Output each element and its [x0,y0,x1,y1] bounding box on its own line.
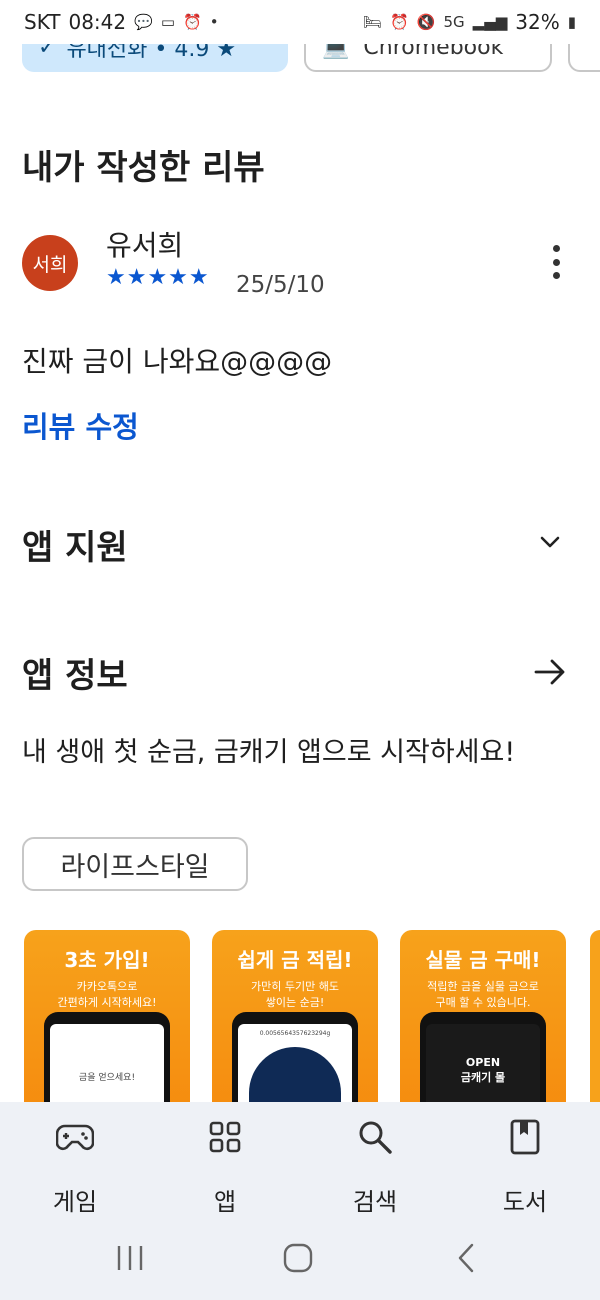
reviewer-name: 유서희 [106,229,184,262]
sleep-icon: 🛏 [363,13,383,31]
nav-label-apps: 앱 [213,1188,237,1216]
status-time: 08:42 [68,10,127,34]
phone-screen-text: 금을 얻으세요! [78,1073,136,1083]
system-nav-bar [0,1242,600,1282]
recent-apps-icon[interactable] [114,1242,146,1274]
nav-label-games: 게임 [52,1188,98,1216]
my-review-title: 내가 작성한 리뷰 [22,148,265,188]
nav-label-books: 도서 [502,1188,548,1216]
status-bar: SKT 08:42 💬 ▭ ⏰ • 🛏 ⏰ 🔇 5G ▂▄▆ 32% ▮ [0,0,600,44]
nav-item-search[interactable]: 검색 [325,1116,425,1217]
home-icon[interactable] [282,1242,314,1274]
screenshot-subtitle: 적립한 금을 실물 금으로 구매 할 수 있습니다. [400,979,566,1011]
more-options-icon[interactable] [546,245,566,279]
screenshot-title: 실물 금 구매! [425,948,541,972]
alarm-icon: ⏰ [390,13,409,31]
alarm-icon: ⏰ [183,13,202,31]
screenshot-subtitle-line: 쌓이는 순금! [265,996,325,1009]
screenshot-subtitle: 가만히 두기만 해도 쌓이는 순금! [212,979,378,1011]
screenshot-title: 쉽게 금 적립! [237,948,353,972]
category-chip[interactable]: 라이프스타일 [22,837,248,891]
chevron-down-icon[interactable] [538,530,562,554]
carrier-label: SKT [24,10,61,34]
nav-item-games[interactable]: 게임 [25,1116,125,1217]
screenshot-card[interactable]: 실물 금 구매! 적립한 금을 실물 금으로 구매 할 수 있습니다. OPEN… [400,930,566,1105]
phone-screen: OPEN 금캐기 몰 [426,1024,540,1105]
avatar: 서희 [22,235,78,291]
phone-screen-text-2: 금캐기 몰 [460,1071,506,1084]
voicemail-icon: ▭ [160,13,175,31]
app-description: 내 생애 첫 순금, 금캐기 앱으로 시작하세요! [22,737,516,768]
back-icon[interactable] [452,1242,484,1274]
gold-nugget-image [249,1047,341,1105]
screenshot-card-partial[interactable] [590,930,600,1105]
app-info-title[interactable]: 앱 정보 [22,648,128,697]
app-support-title[interactable]: 앱 지원 [22,520,128,569]
status-left: SKT 08:42 💬 ▭ ⏰ • [24,10,219,34]
gamepad-icon [25,1116,125,1158]
review-text: 진짜 금이 나와요@@@@ [22,345,333,378]
screenshot-subtitle-line: 간편하게 시작하세요! [57,996,157,1009]
battery-label: 32% [515,10,560,34]
nav-label-search: 검색 [352,1188,398,1216]
screenshot-subtitle: 카카오톡으로 간편하게 시작하세요! [24,979,190,1011]
screenshot-subtitle-line: 가만히 두기만 해도 [251,980,339,993]
arrow-right-icon[interactable] [533,655,567,689]
screenshot-carousel[interactable]: 3초 가입! 카카오톡으로 간편하게 시작하세요! 금을 얻으세요! 쉽게 금 … [0,930,600,1105]
status-right: 🛏 ⏰ 🔇 5G ▂▄▆ 32% ▮ [363,10,576,34]
screenshot-card[interactable]: 3초 가입! 카카오톡으로 간편하게 시작하세요! 금을 얻으세요! [24,930,190,1105]
book-icon [475,1116,575,1158]
phone-mockup: 금을 얻으세요! [44,1012,170,1105]
nav-item-books[interactable]: 도서 [475,1116,575,1217]
phone-mockup: OPEN 금캐기 몰 [420,1012,546,1105]
signal-icon: ▂▄▆ [472,13,508,31]
screenshot-card[interactable]: 쉽게 금 적립! 가만히 두기만 해도 쌓이는 순금! 0.0056564357… [212,930,378,1105]
chat-bubble-icon: 💬 [134,13,153,31]
edit-review-link[interactable]: 리뷰 수정 [22,404,139,446]
screenshot-title: 3초 가입! [64,948,150,972]
dot-icon: • [209,13,219,31]
phone-mockup: 0.0056564357623294g [232,1012,358,1105]
review-date: 25/5/10 [236,272,325,298]
phone-screen: 0.0056564357623294g [238,1024,352,1105]
bottom-nav: 게임 앱 검색 도서 [0,1102,600,1300]
phone-screen: 금을 얻으세요! [50,1024,164,1105]
battery-icon: ▮ [567,13,576,31]
screenshot-subtitle-line: 구매 할 수 있습니다. [435,996,531,1009]
5g-icon: 5G [443,13,465,31]
phone-screen-text: 0.0056564357623294g [259,1030,331,1037]
nav-item-apps[interactable]: 앱 [175,1116,275,1217]
screenshot-subtitle-line: 적립한 금을 실물 금으로 [427,980,539,993]
phone-screen-text: OPEN [465,1056,501,1069]
search-icon [325,1116,425,1158]
screenshot-subtitle-line: 카카오톡으로 [76,980,138,993]
star-rating: ★★★★★ [106,265,210,290]
mute-icon: 🔇 [416,13,436,31]
apps-grid-icon [175,1116,275,1158]
